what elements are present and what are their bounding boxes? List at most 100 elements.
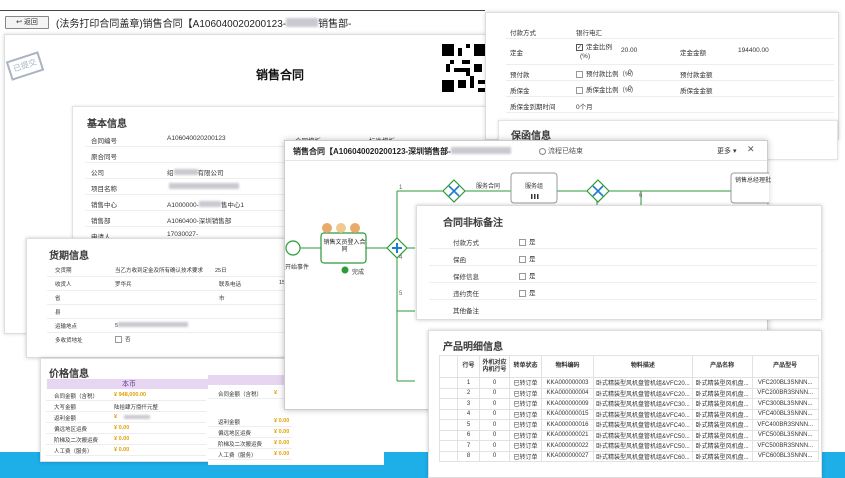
remark-checkbox[interactable]: 是 <box>519 287 536 297</box>
table-row[interactable]: 1 0 已转订单 KKA000000003 卧式精装型风机盘管机组&VFC20... 卧式… <box>439 377 819 389</box>
table-cell: 8 <box>457 450 480 462</box>
row-select-cell[interactable] <box>439 419 458 431</box>
table-cell: 7 <box>457 440 480 452</box>
table-row[interactable]: 2 0 已转订单 KKA000000004 卧式精装型风机盘管机组&VFC20... 卧式… <box>439 387 819 399</box>
table-row[interactable]: 3 0 已转订单 KKA000000009 卧式精装型风机盘管机组&VFC30... 卧式… <box>439 398 819 410</box>
table-cell: KKA000000021 <box>541 429 594 441</box>
table-row[interactable]: 5 0 已转订单 KKA000000016 卧式精装型风机盘管机组&VFC40... 卧式… <box>439 419 819 431</box>
edge-label: 服务合同 <box>476 184 501 190</box>
section-title: 产品明细信息 <box>443 342 503 353</box>
product-details-section: 产品明细信息 行号 外机对应内机行号 转单状态 物料编码 物料描述 产品名称 产… <box>428 330 822 478</box>
field-value: 0 <box>628 69 632 76</box>
column-header: 外机对应内机行号 <box>479 355 510 378</box>
table-cell: KKA000000003 <box>541 377 594 389</box>
remark-checkbox[interactable]: 是 <box>519 270 536 280</box>
multi-address-checkbox[interactable]: 否 <box>115 335 131 344</box>
chevron-down-icon: ▾ <box>732 148 737 155</box>
table-cell: 已转订单 <box>509 408 542 420</box>
field-label: 质保金 <box>510 88 530 95</box>
section-title: 合同非标备注 <box>443 218 503 229</box>
table-cell: KKA000000022 <box>541 440 594 452</box>
row-select-cell[interactable] <box>439 377 458 389</box>
table-cell: 卧式精装型风机盘... <box>691 377 753 389</box>
table-cell: 卧式精装型风机盘... <box>691 408 753 420</box>
table-cell: 已转订单 <box>509 377 542 389</box>
field-value: 194400.00 <box>738 47 769 54</box>
table-cell: 卧式精装型风机盘... <box>691 440 753 452</box>
field-label: 质保金金额 <box>680 88 713 95</box>
table-cell: 4 <box>457 408 480 420</box>
field-label: 交货期 <box>55 268 72 274</box>
delivery-section: 货期信息 交货期 当乙方收到定金及所有确认技术要求 25日 收货人 罗华兵 联系… <box>26 238 294 358</box>
column-header: 行号 <box>457 355 480 378</box>
table-cell: 已转订单 <box>509 387 542 399</box>
remark-row: 违约责任 是 <box>429 283 817 300</box>
remark-checkbox[interactable]: 是 <box>519 253 536 263</box>
table-row[interactable]: 6 0 已转订单 KKA000000021 卧式精装型风机盘管机组&VFC50... 卧式… <box>439 429 819 441</box>
task-label: 销售文员登入合同 <box>323 240 366 253</box>
remark-checkbox[interactable]: 是 <box>519 236 536 246</box>
table-cell: 已转订单 <box>509 450 542 462</box>
back-label: 返回 <box>23 19 38 26</box>
product-table: 行号 外机对应内机行号 转单状态 物料编码 物料描述 产品名称 产品型号 10已… <box>439 355 819 462</box>
table-cell: 卧式精装型风机盘... <box>691 419 753 431</box>
redacted-value <box>169 183 239 189</box>
price-row: 大写金额 陆拾肆万捌仟元整 <box>46 402 206 412</box>
currency-band-right-top <box>208 375 288 385</box>
table-cell: 6 <box>457 429 480 441</box>
price-row: 阶梯及二次搬运费 ¥ 0.00 <box>46 435 206 445</box>
start-label: 开始事件 <box>285 265 310 271</box>
field-label: 销售中心 <box>91 202 117 209</box>
table-row[interactable]: 8 0 已转订单 KKA000000027 卧式精装型风机盘管机组&VFC60... 卧式… <box>439 450 819 462</box>
field-label: 保函 <box>453 257 466 264</box>
price-left-list: 合同金额（含税） ¥ 948,000.00 大写金额 陆拾肆万捌仟元整 返利金额 ¥ … <box>46 391 206 461</box>
table-cell: 卧式精装型风机盘管机组&VFC20... <box>593 387 693 399</box>
page-title-tail: 销售部- <box>318 19 352 30</box>
table-cell: 0 <box>479 429 510 441</box>
table-cell: 卧式精装型风机盘管机组&VFC60... <box>593 450 693 462</box>
field-value: A1000000- 售中心1 <box>167 201 244 209</box>
field-row: 质保金 质保金比例（%） 0 质保金金额 <box>506 81 834 97</box>
field-value: 17030027- <box>167 231 199 238</box>
table-cell: 卧式精装型风机盘管机组&VFC40... <box>593 408 693 420</box>
field-label: 预付款 <box>510 72 530 79</box>
field-row: 交货期 当乙方收到定金及所有确认技术要求 25日 <box>47 263 291 277</box>
table-cell: 已转订单 <box>509 398 542 410</box>
field-label: 违约责任 <box>453 291 479 298</box>
field-value: 银行电汇 <box>576 30 602 37</box>
section-title: 价格信息 <box>49 369 89 380</box>
table-cell: VFC600BL3SNNN... <box>751 450 819 462</box>
table-cell: 0 <box>479 440 510 452</box>
field-label: 预付款金额 <box>680 72 713 79</box>
row-select-cell[interactable] <box>439 408 458 420</box>
deposit-checkbox[interactable]: ✓ 定金比例 <box>576 41 612 51</box>
table-cell: 卧式精装型风机盘... <box>691 450 753 462</box>
field-value: 当乙方收到定金及所有确认技术要求 <box>115 268 204 274</box>
section-title: 基本信息 <box>87 119 127 130</box>
remark-row: 付款方式 是 <box>429 232 817 249</box>
column-header: 物料描述 <box>593 355 693 378</box>
price-row: 人工费（服务） ¥ 0.00 <box>46 446 206 456</box>
close-button[interactable]: ✕ <box>747 144 755 155</box>
price-row: 人工费（服务） ¥ 0.00 <box>208 450 292 460</box>
back-button[interactable]: ↩ 返回 <box>5 16 49 29</box>
row-select-cell[interactable] <box>439 440 458 452</box>
page-title: (法务打印合同盖章)销售合同【A106040020200123- 销售部- <box>56 15 351 30</box>
row-select-cell[interactable] <box>439 398 458 410</box>
table-cell: VFC200BR3SNNN... <box>751 387 819 399</box>
table-cell: 卧式精装型风机盘... <box>691 398 753 410</box>
field-value: 绍有限公司 <box>167 169 224 177</box>
edge-label: 1 <box>399 185 403 191</box>
field-label: 质保金到期时间 <box>510 104 556 111</box>
table-cell: 3 <box>457 398 480 410</box>
table-cell: 已转订单 <box>509 419 542 431</box>
row-select-cell[interactable] <box>439 450 458 462</box>
currency-band: 本币 <box>47 379 211 389</box>
row-select-cell[interactable] <box>439 387 458 399</box>
table-row[interactable]: 7 0 已转订单 KKA000000022 卧式精装型风机盘管机组&VFC50... 卧式… <box>439 440 819 452</box>
row-select-cell[interactable] <box>439 429 458 441</box>
field-label: 销售部 <box>91 218 111 225</box>
table-row[interactable]: 4 0 已转订单 KKA000000015 卧式精装型风机盘管机组&VFC40... 卧式… <box>439 408 819 420</box>
table-cell: 0 <box>479 419 510 431</box>
more-menu[interactable]: 更多 ▾ <box>717 146 736 156</box>
